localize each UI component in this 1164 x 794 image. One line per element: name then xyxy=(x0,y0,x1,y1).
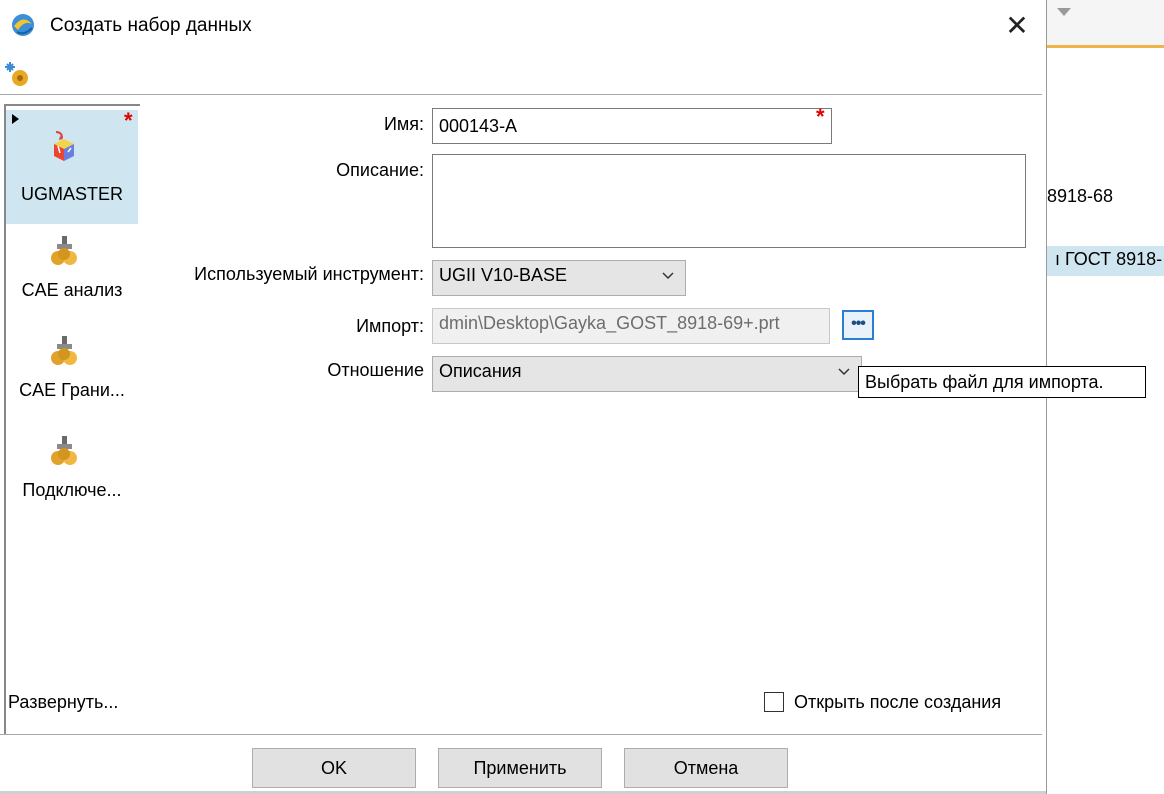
footer-divider xyxy=(0,734,1042,735)
expand-link[interactable]: Развернуть... xyxy=(8,692,118,713)
background-text-row: 8918-68 xyxy=(1047,186,1114,206)
apply-button[interactable]: Применить xyxy=(438,748,602,788)
type-item-ugmaster[interactable]: * UGMASTER xyxy=(6,110,138,224)
relation-label: Отношение xyxy=(327,360,424,380)
tool-select[interactable]: UGII V10-BASE xyxy=(432,260,686,296)
new-item-wizard-icon[interactable] xyxy=(4,60,32,88)
tool-label: Используемый инструмент: xyxy=(194,264,424,284)
cae-gear-icon xyxy=(51,336,77,365)
description-textarea[interactable] xyxy=(432,154,1026,248)
title-bar: Создать набор данных ✕ xyxy=(0,0,1046,52)
open-after-create-checkbox[interactable] xyxy=(764,692,784,712)
type-item-cae-analysis[interactable]: CAE анализ xyxy=(6,224,138,314)
required-star-icon: * xyxy=(816,104,825,129)
dialog-title: Создать набор данных xyxy=(50,15,252,36)
cancel-button[interactable]: Отмена xyxy=(624,748,788,788)
close-button[interactable]: ✕ xyxy=(996,8,1038,44)
relation-select-value: Описания xyxy=(439,361,522,381)
required-star-icon: * xyxy=(124,108,133,133)
type-item-connection[interactable]: Подключе... xyxy=(6,424,138,514)
type-label: CAE анализ xyxy=(21,280,123,300)
name-input[interactable] xyxy=(432,108,832,144)
browse-tooltip: Выбрать файл для импорта. xyxy=(858,366,1146,398)
name-label: Имя: xyxy=(383,114,424,134)
dropdown-arrow-icon[interactable] xyxy=(1057,8,1071,16)
type-label: CAE Грани... xyxy=(19,380,125,400)
tool-select-value: UGII V10-BASE xyxy=(439,265,568,285)
import-path-field[interactable]: dmin\Desktop\Gayka_GOST_8918-69+.prt xyxy=(432,308,830,344)
dataset-type-list: * UGMASTER CAE анализ CAE Грани... Подкл… xyxy=(4,104,140,734)
type-item-cae-boundary[interactable]: CAE Грани... xyxy=(6,324,138,414)
browse-button[interactable]: ••• xyxy=(842,310,874,340)
background-selected-row[interactable]: ı ГОСТ 8918- xyxy=(1047,246,1164,276)
toolbar-divider xyxy=(0,94,1042,95)
background-toolbar xyxy=(1047,0,1164,48)
description-label: Описание: xyxy=(336,160,424,180)
chevron-down-icon xyxy=(838,368,850,376)
relation-select[interactable]: Описания xyxy=(432,356,862,392)
type-label: UGMASTER xyxy=(20,184,123,204)
app-logo-icon xyxy=(12,14,34,36)
ok-button[interactable]: OK xyxy=(252,748,416,788)
ugmaster-cube-icon xyxy=(54,131,74,161)
selection-marker-icon xyxy=(12,114,19,124)
import-label: Импорт: xyxy=(356,316,424,336)
cae-gear-icon xyxy=(51,436,77,465)
chevron-down-icon xyxy=(662,272,674,280)
type-label: Подключе... xyxy=(22,480,122,500)
open-after-create-label[interactable]: Открыть после создания xyxy=(794,692,1001,713)
cae-gear-icon xyxy=(51,236,77,265)
